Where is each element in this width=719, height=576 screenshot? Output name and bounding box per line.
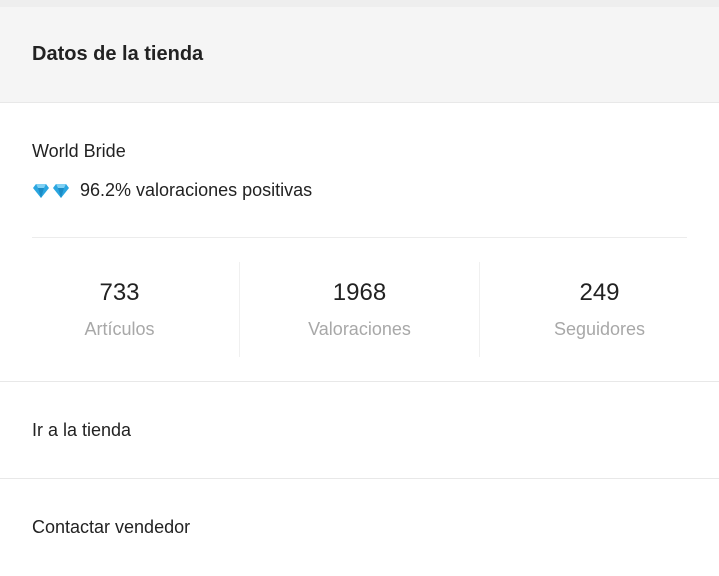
stat-label: Seguidores bbox=[553, 319, 646, 339]
stat-value: 733 bbox=[99, 279, 140, 306]
go-to-store-link[interactable]: Ir a la tienda bbox=[0, 382, 719, 479]
contact-seller-link[interactable]: Contactar vendedor bbox=[0, 479, 719, 576]
stat-value: 249 bbox=[579, 279, 620, 306]
store-stats: 733 Artículos 1968 Valoraciones 249 Segu… bbox=[0, 238, 719, 382]
store-info: World Bride 96.2% valoraciones positivas bbox=[0, 103, 719, 201]
section-header: Datos de la tienda bbox=[0, 7, 719, 103]
rating-diamonds bbox=[32, 183, 70, 199]
top-strip bbox=[0, 0, 719, 7]
diamond-icon bbox=[33, 183, 49, 198]
section-title: Datos de la tienda bbox=[32, 43, 204, 65]
stat-label: Valoraciones bbox=[308, 319, 411, 339]
stat-ratings[interactable]: 1968 Valoraciones bbox=[240, 262, 480, 357]
diamond-icon bbox=[53, 183, 69, 198]
store-rating: 96.2% valoraciones positivas bbox=[32, 180, 687, 201]
stat-articles[interactable]: 733 Artículos bbox=[0, 262, 240, 357]
stat-label: Artículos bbox=[84, 319, 155, 339]
stat-followers[interactable]: 249 Seguidores bbox=[480, 262, 719, 357]
store-name[interactable]: World Bride bbox=[32, 141, 687, 162]
rating-text: 96.2% valoraciones positivas bbox=[80, 180, 313, 200]
stat-value: 1968 bbox=[332, 279, 387, 306]
